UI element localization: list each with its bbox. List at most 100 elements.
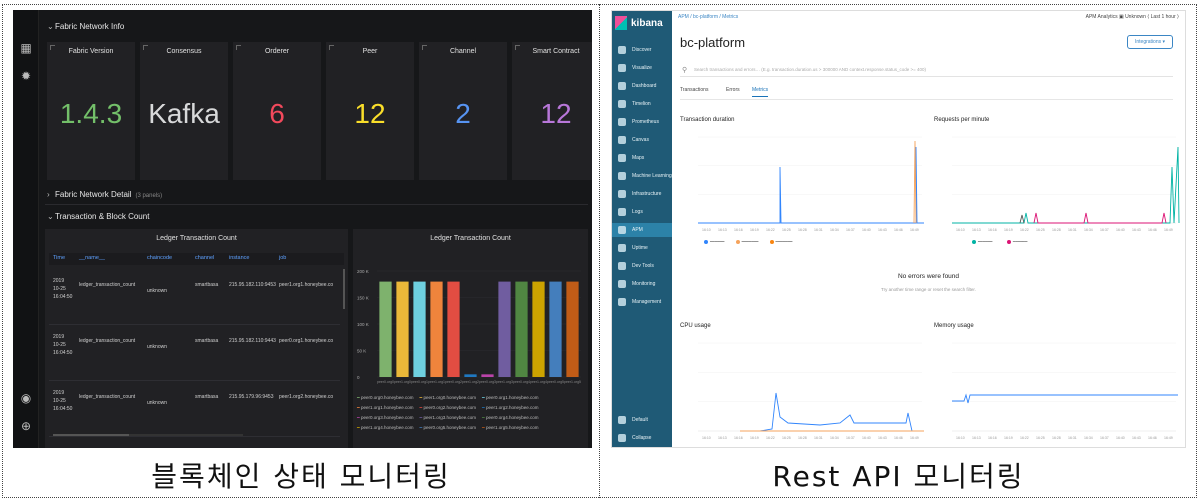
column-header-job[interactable]: job	[279, 255, 286, 261]
legend-item[interactable]: ━ peer1.org4.honeybee.com	[357, 425, 414, 430]
nav-icon	[618, 262, 626, 270]
y-tick-label: 100 K	[357, 322, 369, 327]
row-fabric-network-info[interactable]: ⌄Fabric Network Info	[47, 22, 124, 31]
cell-time-date: 10-25	[53, 286, 66, 292]
bar[interactable]	[413, 281, 426, 377]
tab-errors[interactable]: Errors	[726, 87, 740, 93]
legend-item[interactable]: ━ peer1.org1.honeybee.com	[357, 405, 414, 410]
user-avatar-icon[interactable]: ◉	[20, 392, 32, 404]
nav-label: Uptime	[632, 245, 648, 251]
nav-icon	[618, 434, 626, 442]
nav-item-dashboard[interactable]: Dashboard	[612, 79, 672, 93]
bar[interactable]	[464, 374, 477, 377]
requests-per-minute-chart: 16:10 16:13 16:16 16:19 16:22 16:25 16:28 16:31…	[952, 136, 1180, 232]
legend-item[interactable]: ━ peer0.org4.honeybee.com	[482, 415, 539, 420]
cell-chaincode: unknown	[147, 288, 168, 294]
table-row[interactable]: 2019 10-25 16:04:50 ledger_transaction_coun…	[49, 381, 340, 437]
nav-item-timelion[interactable]: Timelion	[612, 97, 672, 111]
table-header: Time __name__ chaincode channel instance…	[49, 253, 344, 265]
bar[interactable]	[515, 281, 528, 377]
nav-label: Management	[632, 299, 662, 305]
legend-item[interactable]: ━ peer0.org2.honeybee.com	[420, 405, 477, 410]
column-header-instance[interactable]: instance	[229, 255, 250, 261]
stat-panel: Channel 2	[419, 42, 507, 180]
nav-item-apm[interactable]: APM	[612, 223, 672, 237]
legend-item[interactable]: ━ peer0.org0.honeybee.com	[357, 395, 414, 400]
integrations-button[interactable]: Integrations ▾	[1127, 35, 1173, 49]
column-header-name[interactable]: __name__	[79, 255, 105, 261]
stat-panel: Fabric Version 1.4.3	[47, 42, 135, 180]
legend-item[interactable]: ━ peer1.org0.honeybee.com	[420, 395, 477, 400]
nav-item-canvas[interactable]: Canvas	[612, 133, 672, 147]
nav-item-uptime[interactable]: Uptime	[612, 241, 672, 255]
x-tick-label: 16:19	[1004, 436, 1013, 440]
x-tick-label: 16:22	[766, 436, 775, 440]
nav-item-discover[interactable]: Discover	[612, 43, 672, 57]
tab-metrics[interactable]: Metrics	[752, 87, 769, 97]
cell-instance: 215.95.182.110:9443	[229, 338, 276, 344]
nav-item-collapse[interactable]: Collapse	[612, 431, 672, 445]
bar[interactable]	[430, 281, 443, 377]
nav-icon	[618, 136, 626, 144]
nav-item-default[interactable]: Default	[612, 413, 672, 427]
legend-item[interactable]: ━ peer1.org3.honeybee.com	[420, 415, 477, 420]
dashboard-grid-icon[interactable]: ▦	[20, 42, 32, 54]
nav-icon	[618, 226, 626, 234]
bar[interactable]	[379, 281, 392, 377]
column-header-time[interactable]: Time	[53, 255, 65, 261]
nav-item-visualize[interactable]: Visualize	[612, 61, 672, 75]
nav-item-monitoring[interactable]: Monitoring	[612, 277, 672, 291]
legend-label: peer0.org3.honeybee.com	[360, 415, 414, 420]
cell-time-year: 2019	[53, 390, 65, 396]
legend-item[interactable]: ━ peer0.org5.honeybee.com	[420, 425, 477, 430]
table-scrollbar[interactable]	[343, 269, 345, 309]
gear-icon[interactable]: ✹	[20, 70, 32, 82]
nav-label: Logs	[632, 209, 643, 215]
table-hscrollbar[interactable]	[53, 434, 243, 436]
legend-item[interactable]: ━ peer1.org5.honeybee.com	[482, 425, 539, 430]
kibana-logo[interactable]: kibana	[615, 14, 671, 32]
search-input[interactable]: ⚲ Search transactions and errors… (E.g. …	[680, 63, 1173, 77]
ledger-bar-chart-panel: Ledger Transaction Count 200 K 150 K 100 K…	[353, 229, 588, 448]
legend-item[interactable]: ━ peer1.org2.honeybee.com	[482, 405, 539, 410]
legend-item[interactable]: ━ peer0.org1.honeybee.com	[482, 395, 539, 400]
x-tick-label: 16:46	[1148, 436, 1157, 440]
bar[interactable]	[481, 374, 494, 377]
legend-label: peer1.org2.honeybee.com	[486, 405, 539, 410]
nav-label: Prometheus	[632, 119, 659, 125]
column-header-channel[interactable]: channel	[195, 255, 214, 261]
bar[interactable]	[532, 281, 545, 377]
row-fabric-network-detail[interactable]: › Fabric Network Detail (3 panels)	[47, 190, 162, 199]
tab-divider	[680, 99, 1173, 100]
x-tick-label: peer1.org0	[394, 380, 411, 384]
x-tick-label: 16:31	[1068, 228, 1077, 232]
nav-icon	[618, 154, 626, 162]
stat-label: Consensus	[166, 48, 202, 55]
nav-item-infrastructure[interactable]: Infrastructure	[612, 187, 672, 201]
breadcrumb[interactable]: APM / bc-platform / Metrics	[678, 14, 738, 20]
cell-job: peer1.org2.honeybee.co	[279, 394, 334, 400]
nav-item-prometheus[interactable]: Prometheus	[612, 115, 672, 129]
bar[interactable]	[498, 281, 511, 377]
nav-item-logs[interactable]: Logs	[612, 205, 672, 219]
time-picker[interactable]: APM Analytics ▣ Unknown ⟨ Last 1 hour ⟩	[1086, 14, 1179, 20]
table-row[interactable]: 2019 10-25 16:04:50 ledger_transaction_coun…	[49, 269, 340, 325]
tab-transactions[interactable]: Transactions	[680, 87, 708, 93]
grafana-dashboard: ▦ ✹ ◉ ⊕ ⌄Fabric Network Info Fabric Vers…	[13, 10, 592, 448]
nav-item-management[interactable]: Management	[612, 295, 672, 309]
nav-item-machine-learning[interactable]: Machine Learning	[612, 169, 672, 183]
bar[interactable]	[447, 281, 460, 377]
x-tick-label: 16:25	[1036, 436, 1045, 440]
bar[interactable]	[396, 281, 409, 377]
legend-item[interactable]: ━ peer0.org3.honeybee.com	[357, 415, 414, 420]
table-row[interactable]: 2019 10-25 16:04:50 ledger_transaction_coun…	[49, 325, 340, 381]
x-tick-label: 16:37	[1100, 228, 1109, 232]
nav-item-dev-tools[interactable]: Dev Tools	[612, 259, 672, 273]
help-icon[interactable]: ⊕	[20, 420, 32, 432]
column-header-chaincode[interactable]: chaincode	[147, 255, 172, 261]
nav-item-maps[interactable]: Maps	[612, 151, 672, 165]
bar[interactable]	[566, 281, 579, 377]
bar[interactable]	[549, 281, 562, 377]
row-transaction-block-count[interactable]: ⌄Transaction & Block Count	[47, 212, 149, 221]
tx-duration-legend: ━━━━━━ ━━━━━━━ ━━━━━━━	[704, 239, 792, 244]
